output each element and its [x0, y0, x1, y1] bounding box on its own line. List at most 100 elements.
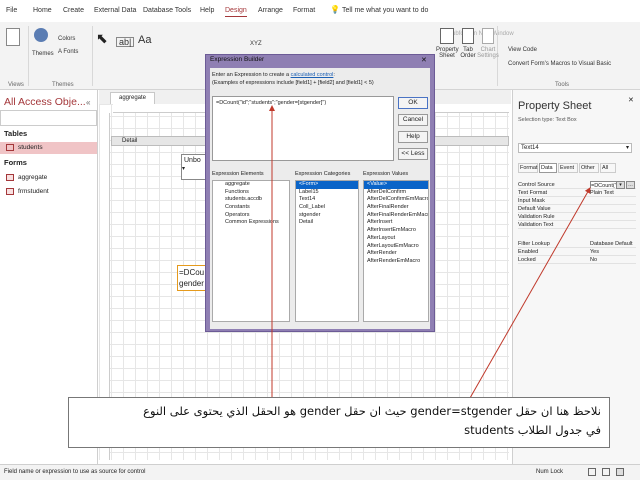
list-item-frmstudent[interactable]: frmstudent	[0, 186, 97, 198]
nav-title[interactable]: All Access Obje...	[4, 96, 86, 108]
list-item[interactable]: AfterRender	[364, 250, 428, 258]
status-bar: Field name or expression to use as sourc…	[0, 464, 640, 480]
property-row[interactable]: Validation Text	[518, 221, 636, 229]
list-item[interactable]: aggregate	[213, 181, 289, 189]
tab-aggregate[interactable]: aggregate	[110, 92, 155, 104]
list-item[interactable]: AfterDelConfirmEmMacro	[364, 196, 428, 204]
tab-all[interactable]: All	[600, 163, 616, 173]
list-item[interactable]: Functions	[213, 189, 289, 197]
close-icon[interactable]: ✕	[628, 96, 634, 104]
tab-other[interactable]: Other	[579, 163, 599, 173]
layout-view-icon[interactable]	[602, 468, 610, 476]
list-item-students[interactable]: students	[0, 142, 97, 154]
build-button[interactable]: …	[626, 181, 635, 189]
tab-event[interactable]: Event	[558, 163, 578, 173]
cancel-button[interactable]: Cancel	[398, 114, 428, 126]
list-item[interactable]: Common Expressions	[213, 219, 289, 227]
property-row[interactable]: Enabled Yes	[518, 248, 636, 256]
tab-order-button[interactable]: Tab Order	[458, 26, 478, 86]
tell-me-box[interactable]: Tell me what you want to do	[342, 7, 428, 14]
list-item[interactable]: stgender	[296, 212, 358, 220]
expression-textarea[interactable]: =DCount("id";"students";"gender=[stgende…	[212, 96, 394, 161]
property-row[interactable]: Filter Lookup Database Default	[518, 240, 636, 248]
elements-list[interactable]: aggregate Functions students.accdb Const…	[212, 180, 290, 322]
categories-list[interactable]: <Form> Label15 Text14 Coll_Label stgende…	[295, 180, 359, 322]
menu-bar: File Home Create External Data Database …	[0, 0, 640, 22]
list-item[interactable]: Constants	[213, 204, 289, 212]
list-item[interactable]: AfterFinalRender	[364, 204, 428, 212]
label-control[interactable]: Aa	[138, 35, 151, 46]
list-item[interactable]: AfterInsertEmMacro	[364, 227, 428, 235]
chevron-down-icon[interactable]: ▾	[616, 181, 625, 189]
less-button[interactable]: << Less	[398, 148, 428, 160]
view-code-button[interactable]: View Code	[508, 46, 537, 54]
list-item[interactable]: Detail	[296, 219, 358, 227]
property-row[interactable]: Input Mask	[518, 197, 636, 205]
fonts-button[interactable]: A Fonts	[58, 48, 78, 56]
status-text: Field name or expression to use as sourc…	[4, 469, 146, 475]
list-item[interactable]: Operators	[213, 212, 289, 220]
list-item[interactable]: students.accdb	[213, 196, 289, 204]
ok-button[interactable]: OK	[398, 97, 428, 109]
chevron-down-icon: ▾	[625, 145, 629, 151]
selection-type-label: Selection type: Text Box	[518, 117, 577, 123]
list-item-aggregate[interactable]: aggregate	[0, 172, 97, 184]
menu-format[interactable]: Format	[293, 7, 315, 14]
list-item[interactable]: AfterLayout	[364, 235, 428, 243]
control-selector[interactable]: Text14 ▾	[518, 143, 632, 153]
lightbulb-icon: 💡	[330, 5, 340, 14]
property-sheet-title: Property Sheet	[518, 100, 592, 112]
convert-macros-button[interactable]: Convert Form's Macros to Visual Basic	[508, 60, 611, 68]
view-icon[interactable]	[6, 28, 20, 46]
nav-search-input[interactable]	[0, 110, 97, 126]
property-row[interactable]: Validation Rule	[518, 213, 636, 221]
annotation-caption: نلاحظ هنا ان حقل gender=stgender حيث ان …	[68, 397, 610, 448]
list-item[interactable]: AfterInsert	[364, 219, 428, 227]
collapse-nav-icon[interactable]: «	[86, 98, 90, 107]
colors-button[interactable]: Colors	[58, 35, 75, 43]
menu-database-tools[interactable]: Database Tools	[143, 7, 191, 14]
menu-help[interactable]: Help	[200, 7, 214, 14]
dialog-examples: (Examples of expressions include [field1…	[212, 80, 374, 86]
select-arrow-icon[interactable]: ⬉	[96, 30, 110, 52]
design-view-icon[interactable]	[616, 468, 624, 476]
forms-header[interactable]: Forms	[4, 158, 27, 167]
calculated-control-link[interactable]: calculated control	[291, 72, 334, 78]
combo-box-control[interactable]: Unbo ▾	[181, 154, 207, 180]
tab-data[interactable]: Data	[539, 163, 557, 173]
close-icon[interactable]: ✕	[421, 56, 427, 64]
menu-arrange[interactable]: Arrange	[258, 7, 283, 14]
list-item[interactable]: AfterLayoutEmMacro	[364, 243, 428, 251]
themes-button[interactable]: Themes	[32, 50, 54, 58]
list-item[interactable]: AfterRenderEmMacro	[364, 258, 428, 266]
menu-design[interactable]: Design	[225, 7, 247, 17]
list-item[interactable]: AfterDelConfirm	[364, 189, 428, 197]
property-row[interactable]: Text Format Plain Text	[518, 189, 636, 197]
menu-home[interactable]: Home	[33, 7, 52, 14]
tab-format[interactable]: Format	[518, 163, 538, 173]
menu-external-data[interactable]: External Data	[94, 7, 136, 14]
list-item[interactable]: <Form>	[296, 181, 358, 189]
menu-create[interactable]: Create	[63, 7, 84, 14]
elements-header: Expression Elements	[212, 171, 264, 177]
values-list[interactable]: <Value> AfterDelConfirm AfterDelConfirmE…	[363, 180, 429, 322]
form-icon	[6, 174, 14, 181]
property-row[interactable]: Default Value	[518, 205, 636, 213]
list-item[interactable]: Label15	[296, 189, 358, 197]
categories-header: Expression Categories	[295, 171, 351, 177]
text14-control[interactable]: =DCou gender	[177, 265, 207, 291]
form-view-icon[interactable]	[588, 468, 596, 476]
tables-header[interactable]: Tables	[4, 129, 27, 138]
property-sheet-button[interactable]: Property Sheet	[436, 26, 459, 86]
property-row[interactable]: Locked No	[518, 256, 636, 264]
list-item[interactable]: Text14	[296, 196, 358, 204]
list-item[interactable]: AfterFinalRenderEmMacro	[364, 212, 428, 220]
list-item[interactable]: Coll_Label	[296, 204, 358, 212]
chart-settings-button[interactable]: Chart Settings	[477, 26, 499, 86]
help-button[interactable]: Help	[398, 131, 428, 143]
list-item[interactable]: <Value>	[364, 181, 428, 189]
num-lock-indicator: Num Lock	[536, 469, 564, 475]
textbox-control[interactable]: ab|	[116, 37, 135, 47]
option-group-control[interactable]: XYZ	[250, 40, 262, 48]
menu-file[interactable]: File	[6, 7, 17, 14]
